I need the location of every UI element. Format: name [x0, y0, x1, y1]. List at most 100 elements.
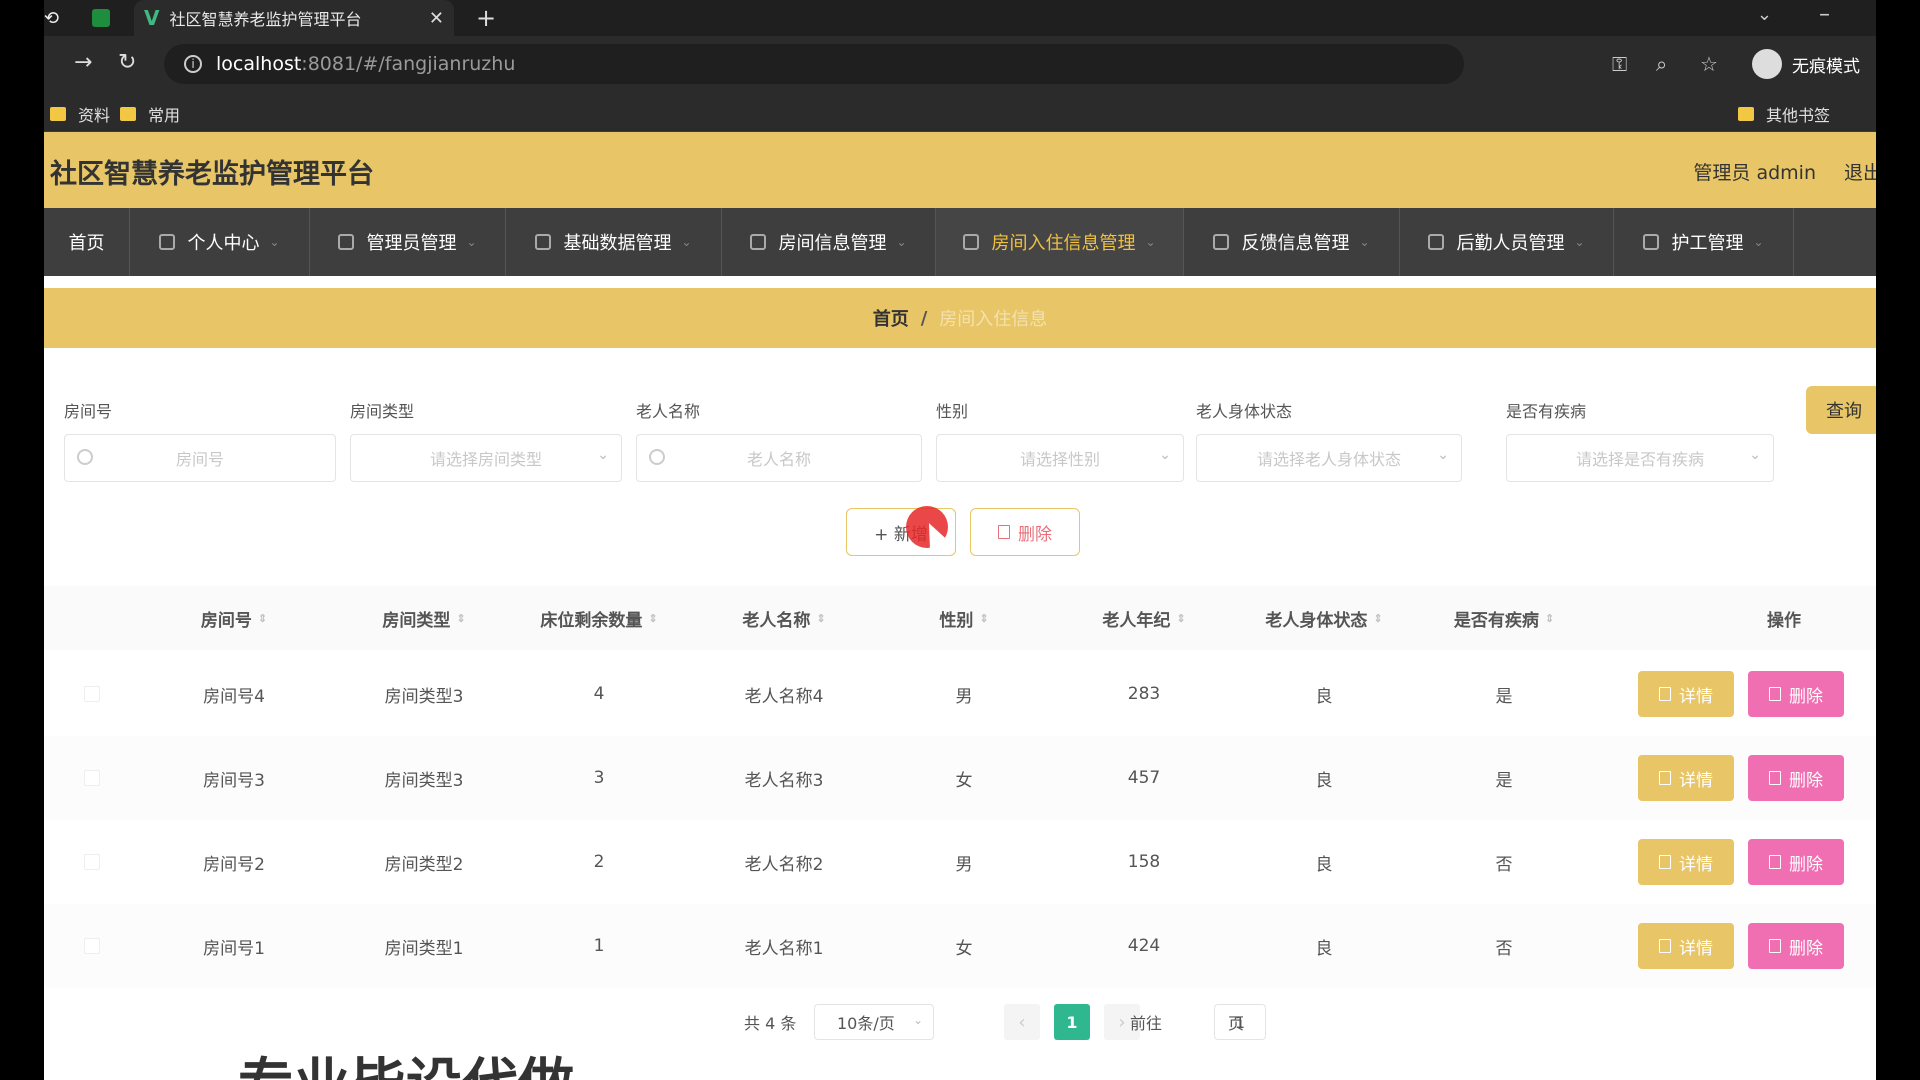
sort-icon[interactable]: ⇕	[1176, 612, 1185, 625]
cell-age: 457	[1127, 768, 1161, 788]
column-header[interactable]: 床位剩余数量 ⇕	[504, 586, 694, 650]
cell-beds: 3	[593, 768, 605, 788]
sort-icon[interactable]: ⇕	[979, 612, 988, 625]
nav-item-home[interactable]: 首页	[44, 208, 130, 276]
detail-label: 详情	[1679, 770, 1713, 791]
nav-item-logistics[interactable]: 后勤人员管理 ⌄	[1400, 208, 1614, 276]
page-number-current[interactable]: 1	[1054, 1004, 1090, 1040]
cell-beds: 4	[593, 684, 605, 704]
row-checkbox[interactable]	[84, 938, 100, 954]
row-checkbox[interactable]	[84, 854, 100, 870]
key-icon[interactable]: ⚿	[1612, 52, 1627, 76]
sort-icon[interactable]: ⇕	[1373, 612, 1382, 625]
column-header[interactable]: 老人身体状态 ⇕	[1234, 586, 1414, 650]
gender-select[interactable]: 请选择性别 ⌄	[936, 434, 1184, 482]
nav-item-admins[interactable]: 管理员管理 ⌄	[310, 208, 506, 276]
nav-label: 反馈信息管理	[1241, 233, 1350, 254]
info-icon[interactable]: i	[184, 55, 202, 73]
nav-item-base-data[interactable]: 基础数据管理 ⌄	[506, 208, 722, 276]
detail-button[interactable]: 详情	[1638, 671, 1734, 717]
folder-icon	[1738, 107, 1754, 121]
column-header[interactable]: 房间类型 ⇕	[344, 586, 504, 650]
bookmark-changyong[interactable]: 常用	[120, 102, 180, 126]
nav-item-rooms[interactable]: 房间信息管理 ⌄	[722, 208, 936, 276]
detail-button[interactable]: 详情	[1638, 923, 1734, 969]
breadcrumb-home[interactable]: 首页	[873, 305, 909, 331]
sheets-tab-icon[interactable]	[92, 9, 110, 27]
browser-tab-active[interactable]: V 社区智慧养老监护管理平台 ✕	[134, 0, 454, 36]
star-icon[interactable]: ☆	[1700, 52, 1718, 76]
row-checkbox[interactable]	[84, 686, 100, 702]
reload-icon[interactable]: ↻	[118, 50, 136, 75]
health-select[interactable]: 请选择老人身体状态 ⌄	[1196, 434, 1462, 482]
detail-label: 详情	[1679, 938, 1713, 959]
sort-icon[interactable]: ⇕	[258, 612, 267, 625]
incognito-icon	[1752, 49, 1782, 79]
cell-beds: 2	[593, 852, 605, 872]
column-title: 是否有疾病	[1453, 610, 1539, 631]
sort-icon[interactable]: ⇕	[1545, 612, 1554, 625]
chevron-down-icon[interactable]: ⌄	[1757, 4, 1772, 25]
forward-icon[interactable]: →	[74, 50, 92, 75]
room-no-input[interactable]: 房间号	[64, 434, 336, 482]
chevron-down-icon: ⌄	[681, 235, 692, 249]
delete-button[interactable]: 删除	[1748, 839, 1844, 885]
detail-button[interactable]: 详情	[1638, 839, 1734, 885]
breadcrumb: 首页 / 房间入住信息	[44, 288, 1876, 348]
close-tab-icon[interactable]: ✕	[429, 8, 444, 29]
query-button[interactable]: 查询	[1806, 386, 1876, 434]
column-header[interactable]: 房间号 ⇕	[164, 586, 304, 650]
document-icon	[1659, 771, 1671, 785]
filter-label-elder-name: 老人名称	[636, 402, 701, 421]
nav-label: 管理员管理	[366, 233, 457, 254]
page-size-select[interactable]: 10条/页 ⌄	[814, 1004, 934, 1040]
column-header[interactable]: 老人年纪 ⇕	[1054, 586, 1234, 650]
column-header[interactable]: 是否有疾病 ⇕	[1414, 586, 1594, 650]
nav-label: 护工管理	[1671, 233, 1744, 254]
vue-logo-icon: V	[144, 6, 160, 30]
cell-beds: 1	[593, 936, 605, 956]
column-header[interactable]: 性别 ⇕	[874, 586, 1054, 650]
detail-button[interactable]: 详情	[1638, 755, 1734, 801]
elder-name-input[interactable]: 老人名称	[636, 434, 922, 482]
url-input[interactable]: i localhost :8081/#/fangjianruzhu	[164, 44, 1464, 84]
column-header[interactable]: 老人名称 ⇕	[694, 586, 874, 650]
pagination-total: 共 4 条	[744, 1014, 797, 1033]
sort-icon[interactable]: ⇕	[816, 612, 825, 625]
sort-icon[interactable]: ⇕	[648, 612, 657, 625]
minimize-icon[interactable]: –	[1819, 2, 1830, 27]
disease-select[interactable]: 请选择是否有疾病 ⌄	[1506, 434, 1774, 482]
new-tab-icon[interactable]: +	[476, 4, 496, 32]
cell-age: 158	[1127, 852, 1161, 872]
zoom-icon[interactable]: ⌕	[1656, 52, 1667, 76]
delete-button[interactable]: 删除	[1748, 755, 1844, 801]
room-type-select[interactable]: 请选择房间类型 ⌄	[350, 434, 622, 482]
prev-page-icon[interactable]: ‹	[1004, 1004, 1040, 1040]
nav-item-caregivers[interactable]: 护工管理 ⌄	[1614, 208, 1794, 276]
detail-label: 详情	[1679, 854, 1713, 875]
cell-health: 良	[1315, 686, 1333, 707]
delete-button[interactable]: 删除	[1748, 671, 1844, 717]
history-icon[interactable]: ⟲	[44, 8, 62, 29]
cell-name: 老人名称3	[744, 770, 824, 791]
logout-link[interactable]: 退出	[1844, 158, 1876, 185]
folder-icon	[120, 107, 136, 121]
batch-delete-button[interactable]: 删除	[970, 508, 1080, 556]
nav-item-feedback[interactable]: 反馈信息管理 ⌄	[1184, 208, 1400, 276]
delete-button[interactable]: 删除	[1748, 923, 1844, 969]
incognito-profile[interactable]: 无痕模式	[1752, 46, 1860, 82]
bookmark-ziliao[interactable]: 资料	[50, 102, 110, 126]
chevron-down-icon: ⌄	[1437, 447, 1449, 463]
nav-item-room-checkin[interactable]: 房间入住信息管理 ⌄	[936, 208, 1184, 276]
bookmark-other[interactable]: 其他书签	[1738, 102, 1830, 126]
sort-icon[interactable]: ⇕	[456, 612, 465, 625]
chevron-down-icon: ⌄	[466, 235, 477, 249]
url-host: localhost	[216, 53, 302, 75]
trash-icon	[1769, 771, 1781, 785]
nav-item-profile[interactable]: 个人中心 ⌄	[130, 208, 310, 276]
breadcrumb-current: 房间入住信息	[939, 309, 1048, 330]
filter-label-room-type: 房间类型	[350, 402, 415, 421]
row-checkbox[interactable]	[84, 770, 100, 786]
cell-health: 良	[1315, 770, 1333, 791]
chevron-down-icon: ⌄	[1145, 235, 1156, 249]
